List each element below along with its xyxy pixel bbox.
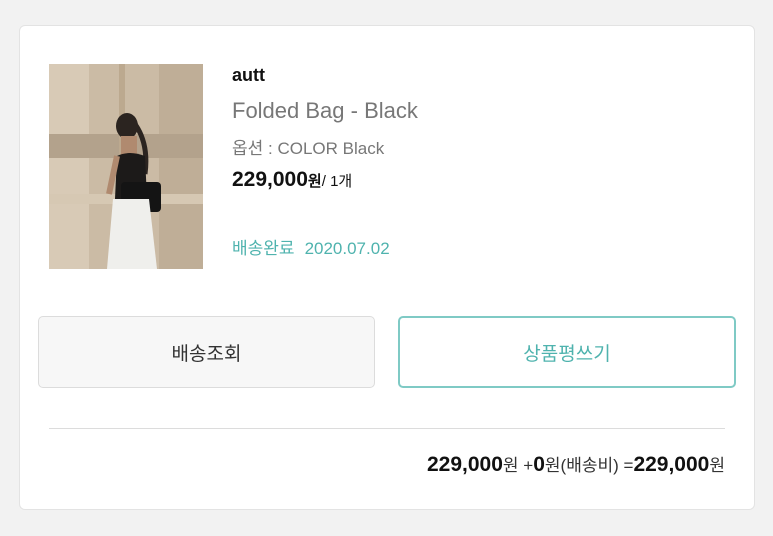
product-name[interactable]: Folded Bag - Black bbox=[232, 98, 418, 124]
item-total-unit: 원 bbox=[502, 456, 519, 475]
quantity: / 1개 bbox=[321, 173, 353, 190]
shipping-status-row: 배송완료 2020.07.02 bbox=[232, 234, 390, 259]
product-price: 229,000원/ 1개 bbox=[232, 168, 352, 192]
plus-sign: + bbox=[518, 456, 534, 475]
order-card: autt Folded Bag - Black 옵션 : COLOR Black… bbox=[19, 25, 755, 510]
shipping-status: 배송완료 bbox=[232, 239, 295, 258]
order-total-summary: 229,000원 +0원(배송비) =229,000원 bbox=[427, 451, 725, 477]
price-value: 229,000 bbox=[232, 168, 308, 191]
shipping-fee-label: 원(배송비) = bbox=[544, 456, 634, 475]
shipping-fee: 0 bbox=[533, 453, 545, 476]
grand-total: 229,000 bbox=[633, 453, 710, 476]
track-shipping-button[interactable]: 배송조회 bbox=[38, 316, 375, 388]
write-review-button[interactable]: 상품평쓰기 bbox=[398, 316, 736, 388]
item-total: 229,000 bbox=[426, 453, 503, 476]
product-image[interactable] bbox=[49, 64, 203, 269]
price-unit: 원 bbox=[307, 173, 322, 190]
product-option: 옵션 : COLOR Black bbox=[232, 139, 385, 158]
divider bbox=[49, 428, 725, 429]
brand-name: autt bbox=[232, 65, 265, 85]
shipping-date: 2020.07.02 bbox=[304, 239, 390, 258]
grand-total-unit: 원 bbox=[709, 456, 725, 475]
